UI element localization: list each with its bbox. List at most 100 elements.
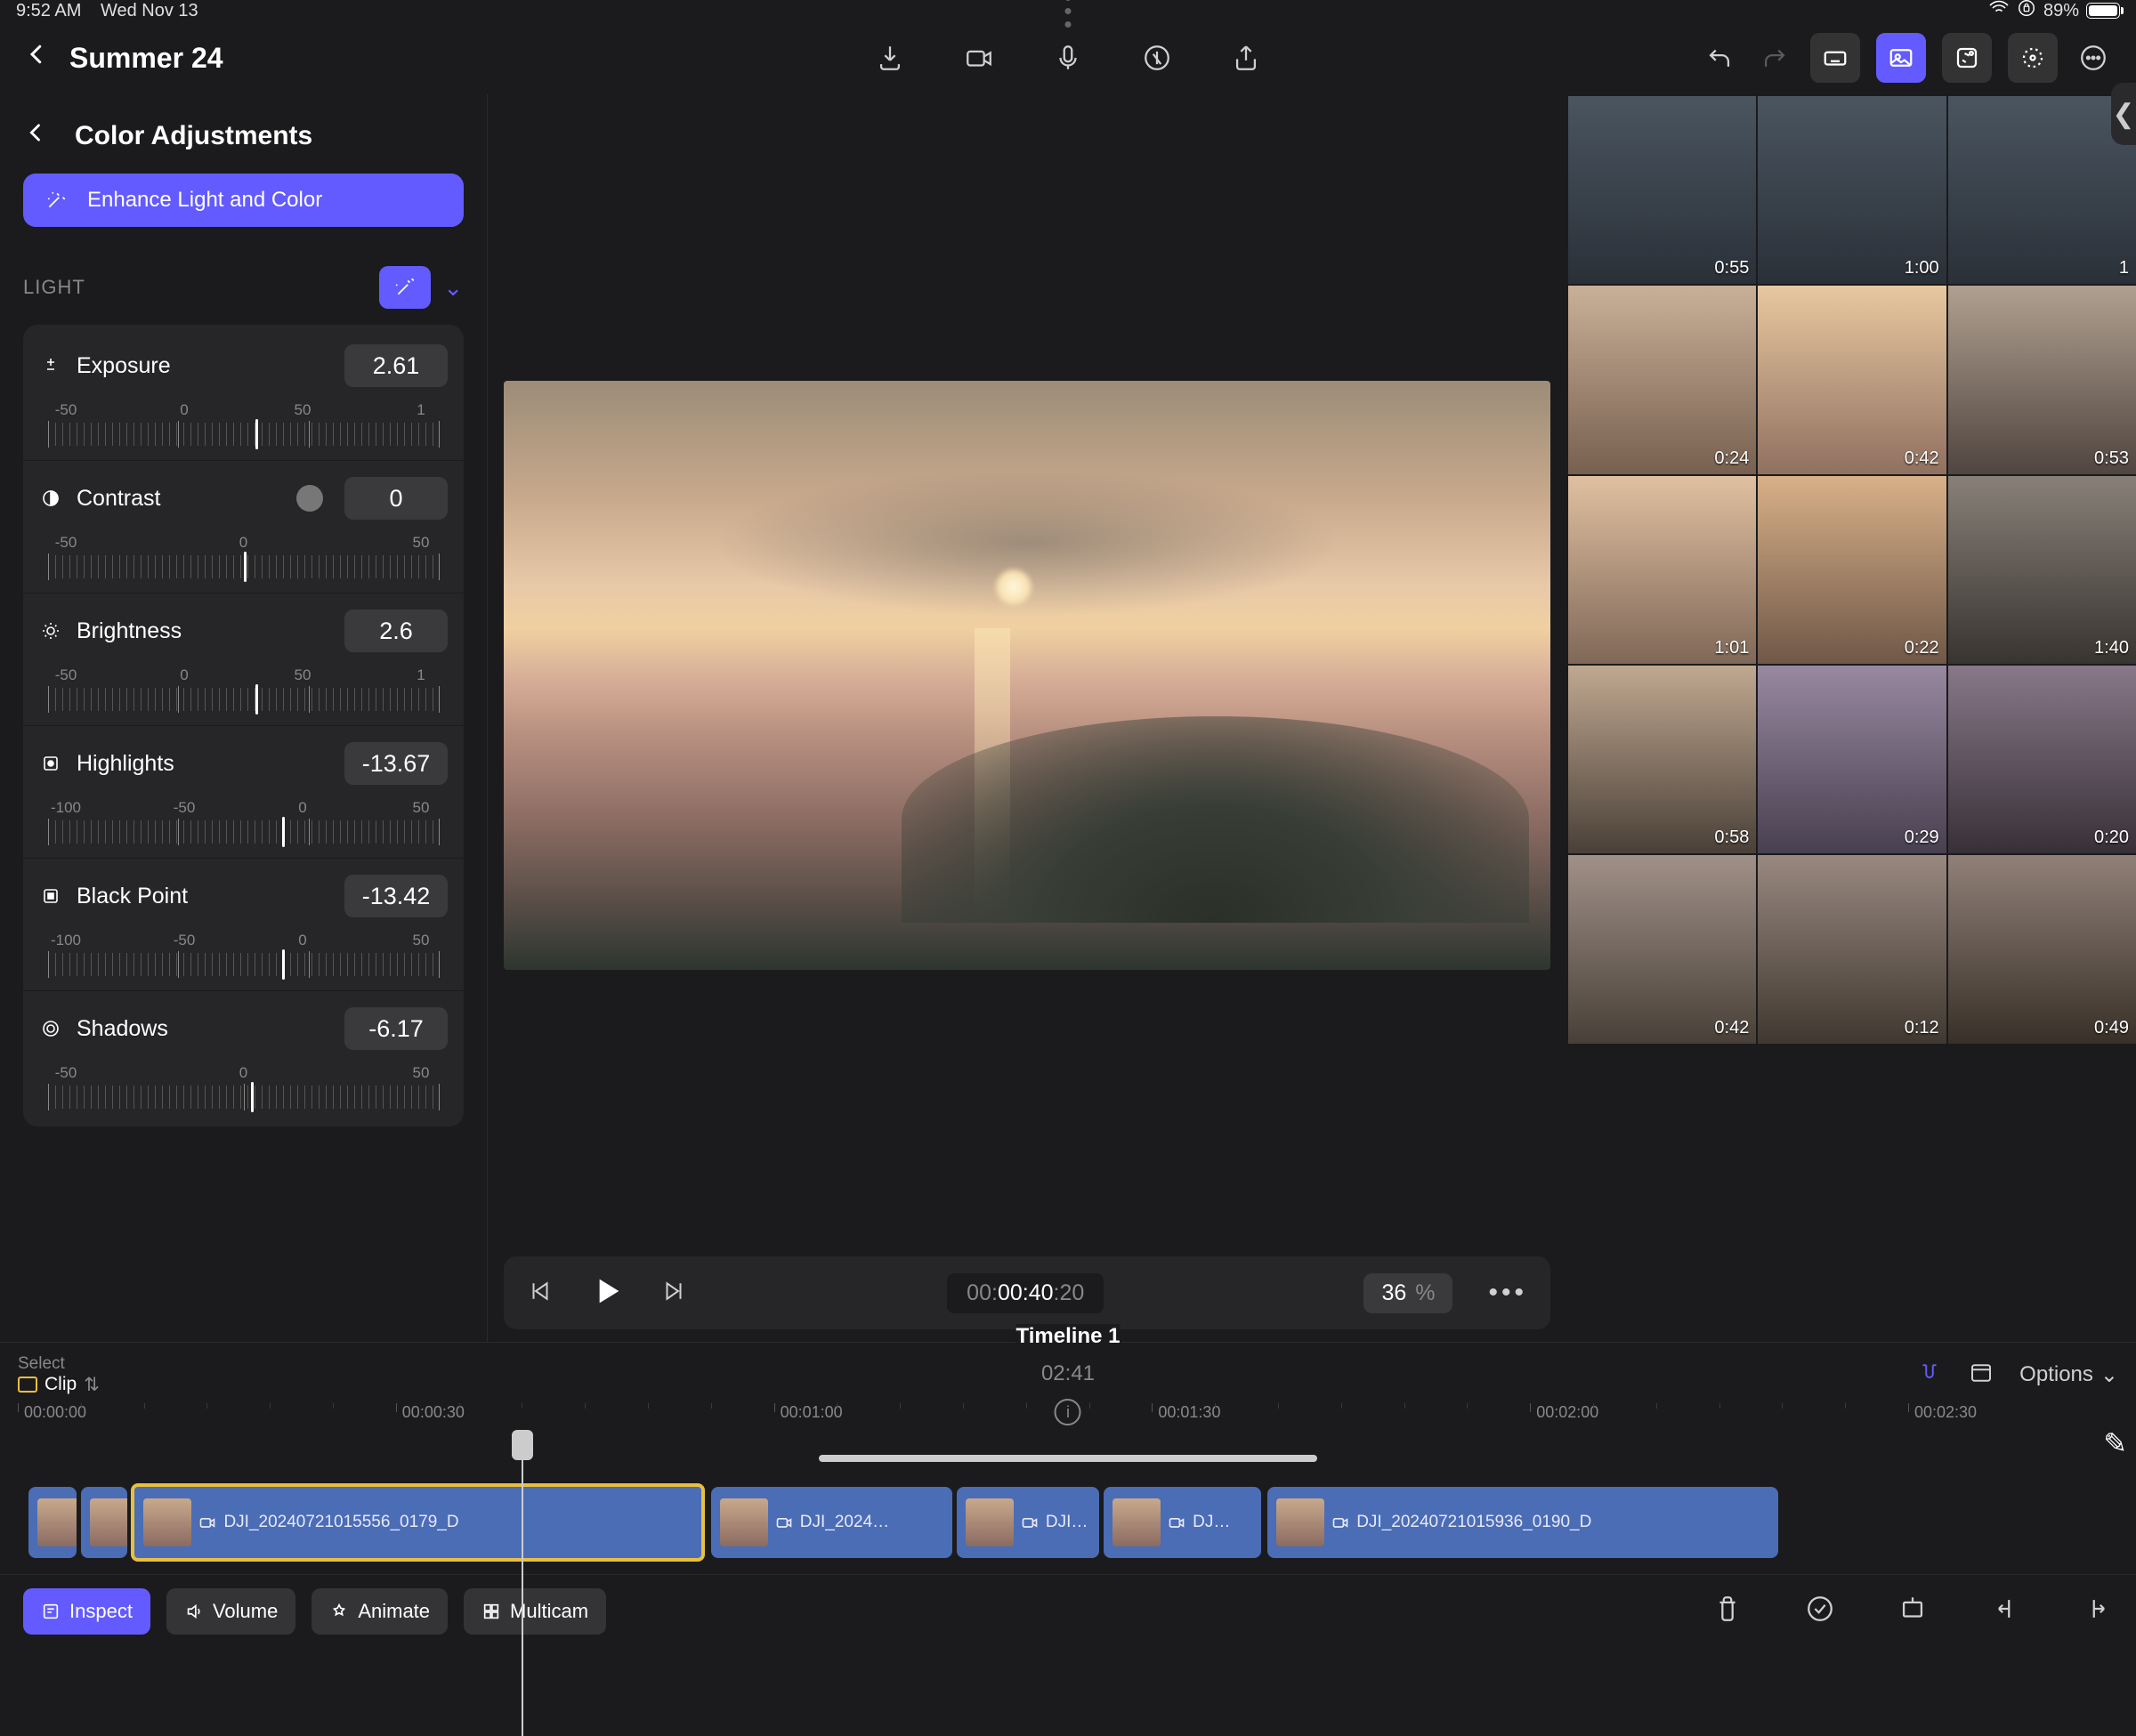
enhance-light-color-button[interactable]: Enhance Light and Color <box>23 174 464 227</box>
jog-wheel-icon[interactable] <box>2008 33 2058 83</box>
media-thumb[interactable]: 0:49 <box>1948 855 2136 1043</box>
share-icon[interactable] <box>1226 38 1266 77</box>
control-value[interactable]: 2.6 <box>344 610 448 652</box>
thumb-duration: 1:00 <box>1905 258 1939 279</box>
thumb-duration: 1 <box>2119 258 2129 279</box>
control-value[interactable]: -13.67 <box>344 742 448 785</box>
trim-end-icon[interactable] <box>2083 1594 2113 1628</box>
control-value[interactable]: 2.61 <box>344 344 448 387</box>
more-icon[interactable] <box>2074 38 2113 77</box>
control-slider[interactable] <box>48 423 439 446</box>
media-thumb[interactable]: 1:00 <box>1758 96 1946 284</box>
next-frame-button[interactable] <box>660 1278 687 1309</box>
timeline-index-icon[interactable] <box>1968 1360 1994 1391</box>
control-brightness: Brightness 2.6 -500501 <box>23 593 464 725</box>
delete-icon[interactable] <box>1712 1594 1743 1628</box>
volume-button[interactable]: Volume <box>166 1588 295 1635</box>
media-thumb[interactable]: 0:55 <box>1568 96 1756 284</box>
rotation-lock-icon <box>2017 0 2036 23</box>
battery-percent: 89% <box>2043 1 2079 21</box>
position-tool-icon[interactable] <box>1897 1594 1928 1628</box>
media-thumb[interactable]: 0:22 <box>1758 476 1946 664</box>
control-slider[interactable] <box>48 1086 439 1109</box>
brightness-icon <box>39 619 62 642</box>
media-thumb[interactable]: 1:40 <box>1948 476 2136 664</box>
multicam-button[interactable]: Multicam <box>464 1588 606 1635</box>
media-thumb[interactable]: 0:12 <box>1758 855 1946 1043</box>
thumb-duration: 0:42 <box>1905 448 1939 469</box>
viewer-area: 00:00:40:20 36 % ••• <box>488 94 1566 1342</box>
timeline-clip[interactable] <box>81 1487 127 1558</box>
prev-frame-button[interactable] <box>527 1278 554 1309</box>
status-date: Wed Nov 13 <box>101 1 198 20</box>
camera-icon[interactable] <box>959 38 999 77</box>
multitask-dots[interactable] <box>1065 0 1072 28</box>
control-slider[interactable] <box>48 688 439 711</box>
auto-light-button[interactable] <box>379 266 431 309</box>
media-browser-button[interactable] <box>1876 33 1926 83</box>
control-slider[interactable] <box>48 820 439 844</box>
home-indicator[interactable] <box>819 1455 1317 1462</box>
timeline-clip[interactable] <box>28 1487 77 1558</box>
timeline-options-button[interactable]: Options ⌄ <box>2019 1362 2118 1388</box>
control-value[interactable]: 0 <box>344 477 448 520</box>
control-value[interactable]: -6.17 <box>344 1007 448 1050</box>
inspector-back-button[interactable] <box>23 119 48 152</box>
media-thumb[interactable]: 1:01 <box>1568 476 1756 664</box>
timeline-clip[interactable]: DJI_2024… <box>711 1487 952 1558</box>
control-shadows: Shadows -6.17 -50050 <box>23 990 464 1123</box>
media-thumb[interactable]: 0:24 <box>1568 286 1756 473</box>
import-icon[interactable] <box>870 38 910 77</box>
viewer-more-icon[interactable]: ••• <box>1488 1278 1527 1308</box>
voiceover-icon[interactable] <box>1048 38 1088 77</box>
control-value[interactable]: -13.42 <box>344 875 448 917</box>
project-title[interactable]: Summer 24 <box>69 42 223 75</box>
media-thumb[interactable]: 0:20 <box>1948 666 2136 853</box>
light-collapse-button[interactable]: ⌄ <box>443 274 464 302</box>
thumb-duration: 1:01 <box>1714 638 1749 658</box>
clip-stepper-icon: ⇅ <box>84 1374 100 1396</box>
control-label: Black Point <box>77 884 330 909</box>
playhead[interactable] <box>522 1433 523 1736</box>
media-thumb[interactable]: 0:42 <box>1568 855 1756 1043</box>
animate-button[interactable]: Animate <box>312 1588 448 1635</box>
media-thumb[interactable]: 1 <box>1948 96 2136 284</box>
play-button[interactable] <box>589 1273 625 1313</box>
media-thumb[interactable]: 0:58 <box>1568 666 1756 853</box>
zoom-level[interactable]: 36 % <box>1363 1273 1452 1313</box>
timeline-clip[interactable]: DJ… <box>1104 1487 1261 1558</box>
inspect-button[interactable]: Inspect <box>23 1588 150 1635</box>
project-back-button[interactable] <box>23 41 50 76</box>
markup-pen-icon[interactable]: ✎ <box>2103 1426 2127 1460</box>
keyboard-icon[interactable] <box>1810 33 1860 83</box>
media-thumb[interactable]: 0:29 <box>1758 666 1946 853</box>
media-thumb[interactable]: 0:53 <box>1948 286 2136 473</box>
media-browser[interactable]: 0:551:0010:240:420:531:010:221:400:580:2… <box>1566 94 2136 1342</box>
contrast-dot[interactable] <box>296 485 323 512</box>
preview-frame[interactable] <box>504 381 1550 970</box>
clip-selector[interactable]: Clip ⇅ <box>18 1374 100 1396</box>
thumb-duration: 1:40 <box>2094 638 2129 658</box>
undo-icon[interactable] <box>1700 38 1739 77</box>
enhance-label: Enhance Light and Color <box>87 188 322 213</box>
timeline-ruler[interactable]: 00:00:0000:00:3000:01:0000:01:3000:02:00… <box>18 1403 2118 1444</box>
generators-icon[interactable] <box>1942 33 1992 83</box>
snapping-icon[interactable] <box>1916 1360 1943 1391</box>
thumb-duration: 0:24 <box>1714 448 1749 469</box>
control-label: Shadows <box>77 1016 330 1042</box>
trim-start-icon[interactable] <box>1990 1594 2020 1628</box>
timeline-track[interactable]: DJI_20240721015556_0179_D DJI_2024… DJI…… <box>18 1487 2118 1558</box>
control-slider[interactable] <box>48 953 439 976</box>
browser-collapse-handle[interactable]: ❮ <box>2111 83 2136 145</box>
timecode-display[interactable]: 00:00:40:20 <box>947 1273 1104 1313</box>
thumb-duration: 0:12 <box>1905 1018 1939 1038</box>
enable-icon[interactable] <box>1805 1594 1835 1628</box>
timeline-clip[interactable]: DJI_20240721015556_0179_D <box>131 1483 704 1562</box>
control-slider[interactable] <box>48 555 439 578</box>
timeline-name[interactable]: Timeline 1 <box>1016 1324 1121 1349</box>
timeline-clip[interactable]: DJI… <box>957 1487 1099 1558</box>
timeline-clip[interactable]: DJI_20240721015936_0190_D <box>1267 1487 1777 1558</box>
titles-icon[interactable] <box>1137 38 1177 77</box>
control-highlights: Highlights -13.67 -100-50050 <box>23 725 464 858</box>
media-thumb[interactable]: 0:42 <box>1758 286 1946 473</box>
